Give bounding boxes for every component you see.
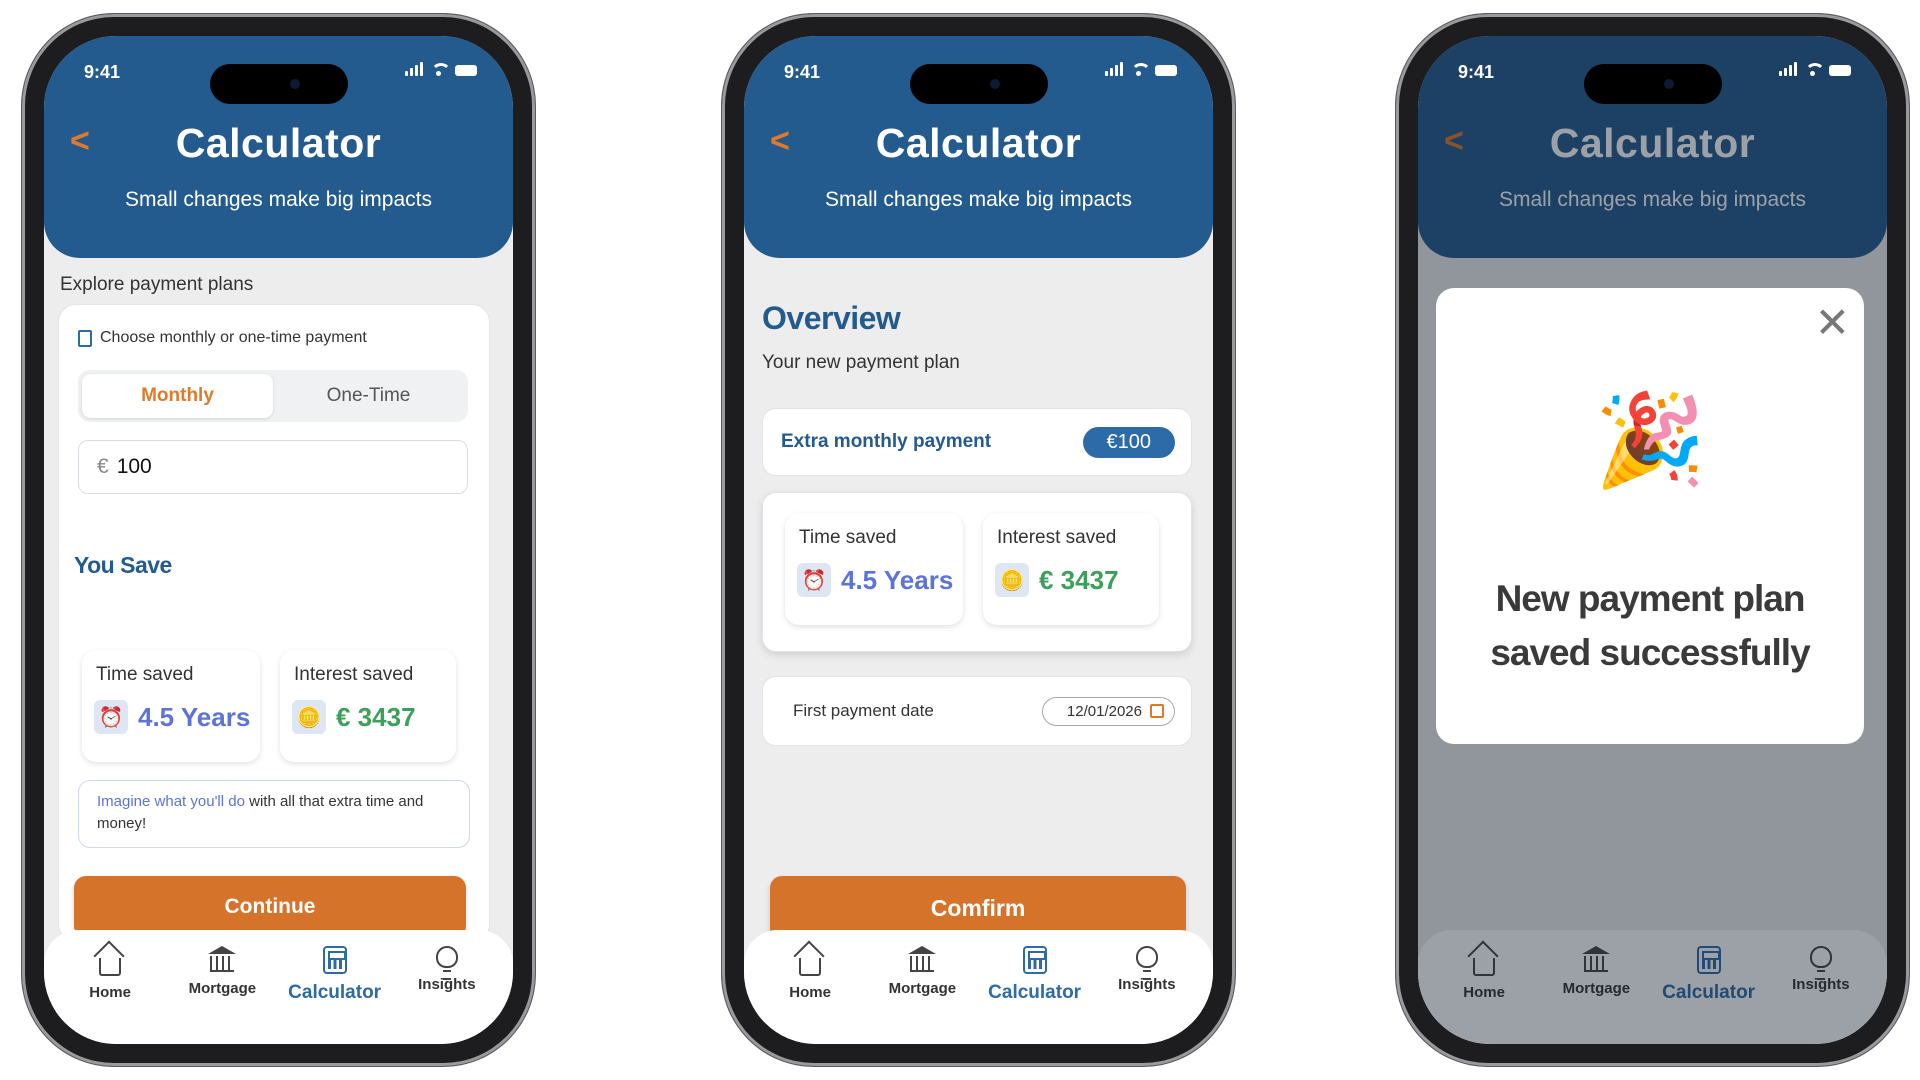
phone-screen-success: 9:41 < Calculator Small changes make big… [1396,14,1909,1066]
nav-label: Calculator [288,982,382,1003]
nav-home[interactable]: Home [55,930,165,1044]
screen: 9:41 < Calculator Small changes make big… [744,36,1213,1044]
close-icon[interactable]: ✕ [1815,298,1850,347]
nav-mortgage[interactable]: Mortgage [867,930,977,1044]
status-time: 9:41 [84,62,121,82]
signal-icon [1779,62,1797,76]
app-mockups: 9:41 < Calculator Small changes make big… [0,0,1920,1080]
tab-one-time[interactable]: One-Time [273,374,464,418]
bottom-nav: Home Mortgage Calculator Insights [744,930,1213,1044]
continue-button[interactable]: Continue [74,876,466,938]
time-saved-label: Time saved [799,527,897,548]
signal-icon [1105,62,1123,76]
interest-saved-card: Interest saved 🪙 € 3437 [280,650,456,762]
lightbulb-icon [1135,946,1158,980]
time-saved-card: Time saved ⏰ 4.5 Years [82,650,260,762]
status-time: 9:41 [784,62,821,82]
coins-icon: 🪙 [995,563,1029,597]
choose-label: Choose monthly or one-time payment [78,329,367,347]
wifi-icon [1130,62,1151,76]
savings-summary: Time saved ⏰ 4.5 Years Interest saved 🪙 € … [762,492,1192,652]
status-time: 9:41 [1458,62,1495,82]
page-subtitle: Small changes make big impacts [825,188,1132,211]
home-icon [99,958,122,976]
time-saved-label: Time saved [96,664,194,685]
calculator-icon [78,329,92,347]
battery-icon [1155,65,1177,76]
nav-label: Mortgage [188,980,257,997]
extra-payment-badge: €100 [1082,426,1175,458]
date-value: 12/01/2026 [1066,702,1142,720]
nav-home[interactable]: Home [755,930,865,1044]
section-label: Explore payment plans [60,274,254,295]
extra-payment-card: Extra monthly payment €100 [762,408,1192,476]
dynamic-island [909,64,1048,104]
home-icon [799,958,822,976]
motivation-highlight: Imagine what you'll do [97,793,245,810]
motivation-note: Imagine what you'll do with all that ext… [78,780,470,848]
nav-insights[interactable]: Insights [392,930,502,1044]
page-title: Calculator [175,120,382,166]
dynamic-island [1583,64,1722,104]
party-popper-icon: 🎉 [1593,391,1707,491]
nav-calculator[interactable]: Calculator [980,930,1090,1044]
interest-saved-label: Interest saved [997,527,1117,548]
currency-symbol: € [97,455,109,478]
overview-title: Overview [762,300,901,336]
choose-text: Choose monthly or one-time payment [100,329,367,346]
time-saved-card: Time saved ⏰ 4.5 Years [785,513,963,625]
nav-label: Mortgage [888,980,957,997]
wifi-icon [1804,62,1825,76]
dynamic-island [209,64,348,104]
bottom-nav: Home Mortgage Calculator Insights [44,930,513,1044]
nav-label: Calculator [988,982,1082,1003]
amount-value: 100 [116,455,152,478]
nav-insights[interactable]: Insights [1092,930,1202,1044]
calendar-icon [1150,704,1164,718]
nav-mortgage[interactable]: Mortgage [167,930,277,1044]
bank-icon [208,946,237,972]
interest-saved-value: € 3437 [1039,564,1119,595]
nav-calculator[interactable]: Calculator [280,930,390,1044]
screen: 9:41 < Calculator Small changes make big… [44,36,513,1044]
time-saved-value: 4.5 Years [841,564,954,595]
signal-icon [405,62,423,76]
coins-icon: 🪙 [292,700,326,734]
screen: 9:41 < Calculator Small changes make big… [1418,36,1887,1044]
calculator-icon [1022,946,1047,974]
lightbulb-icon [435,946,458,980]
wifi-icon [430,62,451,76]
battery-icon [1829,65,1851,76]
page-subtitle: Small changes make big impacts [125,188,432,211]
page-title: Calculator [875,120,1082,166]
interest-saved-card: Interest saved 🪙 € 3437 [983,513,1159,625]
first-payment-label: First payment date [793,701,934,720]
phone-screen-payment-plans: 9:41 < Calculator Small changes make big… [22,14,535,1066]
date-picker[interactable]: 12/01/2026 [1041,696,1175,726]
interest-saved-label: Interest saved [294,664,414,685]
interest-saved-value: € 3437 [336,701,416,732]
success-message: New payment plan saved successfully [1490,578,1810,673]
first-payment-card: First payment date 12/01/2026 [762,676,1192,746]
alarm-clock-icon: ⏰ [94,700,128,734]
calculator-icon [322,946,347,974]
battery-icon [455,65,477,76]
success-modal: ✕ 🎉 New payment plan saved successfully [1436,288,1864,744]
nav-label: Home [89,984,131,1001]
amount-input[interactable]: €100 [78,440,468,494]
time-saved-value: 4.5 Years [138,701,251,732]
overview-subtitle: Your new payment plan [762,352,960,373]
alarm-clock-icon: ⏰ [797,563,831,597]
you-save-heading: You Save [74,552,172,578]
extra-payment-label: Extra monthly payment [781,431,992,452]
tab-monthly[interactable]: Monthly [82,374,273,418]
payment-type-toggle: Monthly One-Time [78,370,468,422]
phone-screen-overview: 9:41 < Calculator Small changes make big… [722,14,1235,1066]
nav-label: Home [789,984,831,1001]
bank-icon [908,946,937,972]
